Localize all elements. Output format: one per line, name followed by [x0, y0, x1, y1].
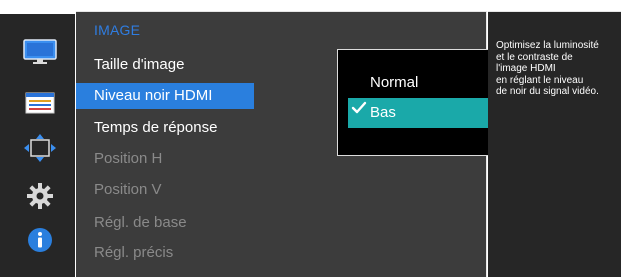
resize-arrows-icon[interactable] [22, 134, 58, 162]
checkmark-icon [351, 96, 367, 126]
help-panel: Optimisez la luminosité et le contraste … [488, 11, 621, 277]
osd-screen: IMAGE Taille d'image Niveau noir HDMI Te… [0, 0, 621, 277]
info-icon[interactable] [22, 226, 58, 254]
menu-item-taille-image[interactable]: Taille d'image [76, 52, 254, 78]
icon-sidebar [0, 14, 75, 277]
menu-item-regl-base: Régl. de base [94, 214, 187, 231]
menu-item-position-h: Position H [94, 150, 163, 167]
help-text: Optimisez la luminosité et le contraste … [496, 40, 599, 97]
image-menu-panel: IMAGE Taille d'image Niveau noir HDMI Te… [76, 11, 549, 277]
menu-item-position-v: Position V [94, 181, 162, 198]
menu-item-regl-precis: Régl. précis [94, 244, 174, 261]
gear-icon[interactable] [22, 182, 58, 210]
menu-item-temps-reponse[interactable]: Temps de réponse [76, 115, 254, 141]
option-bas-label: Bas [370, 104, 396, 121]
menu-item-niveau-noir-hdmi[interactable]: Niveau noir HDMI [76, 83, 254, 109]
option-normal-label: Normal [370, 74, 419, 91]
settings-list-icon[interactable] [22, 89, 58, 117]
menu-title: IMAGE [94, 22, 141, 38]
monitor-icon[interactable] [22, 38, 58, 66]
